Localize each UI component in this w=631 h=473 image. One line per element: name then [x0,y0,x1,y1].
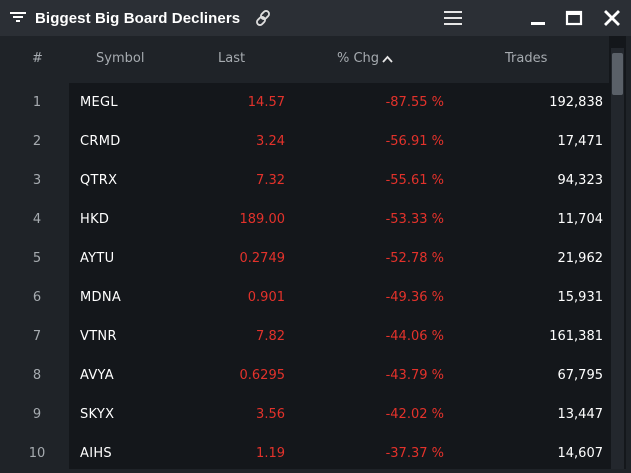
header-trades[interactable]: Trades [505,51,547,66]
trades-cell: 21,962 [557,251,604,266]
percent-change-cell: -37.37 % [385,446,444,461]
percent-change-cell: -42.02 % [385,407,444,422]
last-price-cell: 0.2749 [239,251,286,266]
row-number: 7 [32,329,42,344]
trades-cell: 192,838 [549,95,603,110]
trades-cell: 67,795 [557,368,604,383]
last-price-cell: 0.901 [247,290,285,305]
minimize-icon[interactable] [528,8,548,28]
table-row[interactable]: 7 VTNR 7.82 -44.06 % 161,381 [5,317,609,356]
trades-cell: 94,323 [557,173,604,188]
symbol-cell: AYTU [80,251,115,266]
header-chg-label: % Chg [337,51,380,66]
last-price-cell: 3.56 [256,407,285,422]
percent-change-cell: -56.91 % [385,134,444,149]
percent-change-cell: -44.06 % [385,329,444,344]
header-symbol[interactable]: Symbol [96,51,144,66]
vertical-scrollbar[interactable] [611,48,624,469]
row-number: 8 [32,368,42,383]
symbol-cell: SKYX [80,407,115,422]
last-price-cell: 14.57 [247,95,285,110]
header-chg[interactable]: % Chg [337,51,393,66]
symbol-cell: AIHS [80,446,112,461]
trades-cell: 11,704 [557,212,604,227]
trades-cell: 161,381 [549,329,603,344]
table-header: # Symbol Last % Chg Trades [5,36,609,83]
row-number: 10 [28,446,46,461]
symbol-cell: HKD [80,212,110,227]
title-bar: Biggest Big Board Decliners [0,0,631,36]
last-price-cell: 7.32 [256,173,285,188]
percent-change-cell: -43.79 % [385,368,444,383]
row-number: 1 [32,95,42,110]
percent-change-cell: -53.33 % [385,212,444,227]
menu-icon[interactable] [443,8,463,28]
trades-cell: 15,931 [557,290,604,305]
percent-change-cell: -52.78 % [385,251,444,266]
trades-cell: 17,471 [557,134,604,149]
symbol-cell: CRMD [80,134,121,149]
row-number: 2 [32,134,42,149]
table-row[interactable]: 2 CRMD 3.24 -56.91 % 17,471 [5,122,609,161]
row-number: 5 [32,251,42,266]
symbol-cell: MDNA [80,290,122,305]
sort-ascending-icon [382,55,393,63]
header-num[interactable]: # [32,51,43,66]
trades-cell: 14,607 [557,446,604,461]
row-number: 9 [32,407,42,422]
table-row[interactable]: 4 HKD 189.00 -53.33 % 11,704 [5,200,609,239]
filter-icon[interactable] [10,11,26,25]
table-row[interactable]: 6 MDNA 0.901 -49.36 % 15,931 [5,278,609,317]
header-last[interactable]: Last [218,51,245,66]
symbol-cell: QTRX [80,173,118,188]
table-row[interactable]: 5 AYTU 0.2749 -52.78 % 21,962 [5,239,609,278]
last-price-cell: 3.24 [256,134,285,149]
last-price-cell: 189.00 [239,212,286,227]
row-number: 4 [32,212,42,227]
maximize-icon[interactable] [564,8,584,28]
close-icon[interactable] [602,8,622,28]
percent-change-cell: -49.36 % [385,290,444,305]
last-price-cell: 1.19 [256,446,285,461]
table-row[interactable]: 10 AIHS 1.19 -37.37 % 14,607 [5,434,609,473]
table-panel: # Symbol Last % Chg Trades 1 MEGL 14.57 -87… [5,36,626,469]
window-title: Biggest Big Board Decliners [35,9,241,27]
table-row[interactable]: 3 QTRX 7.32 -55.61 % 94,323 [5,161,609,200]
last-price-cell: 0.6295 [239,368,286,383]
link-icon[interactable] [253,8,273,28]
trades-cell: 13,447 [557,407,604,422]
table-row[interactable]: 8 AVYA 0.6295 -43.79 % 67,795 [5,356,609,395]
percent-change-cell: -87.55 % [385,95,444,110]
percent-change-cell: -55.61 % [385,173,444,188]
row-number: 3 [32,173,42,188]
row-number: 6 [32,290,42,305]
last-price-cell: 7.82 [256,329,285,344]
symbol-cell: VTNR [80,329,117,344]
table-row[interactable]: 9 SKYX 3.56 -42.02 % 13,447 [5,395,609,434]
symbol-cell: AVYA [80,368,114,383]
scrollbar-thumb[interactable] [612,53,623,95]
title-group: Biggest Big Board Decliners [0,8,273,28]
symbol-cell: MEGL [80,95,118,110]
table-row[interactable]: 1 MEGL 14.57 -87.55 % 192,838 [5,83,609,122]
